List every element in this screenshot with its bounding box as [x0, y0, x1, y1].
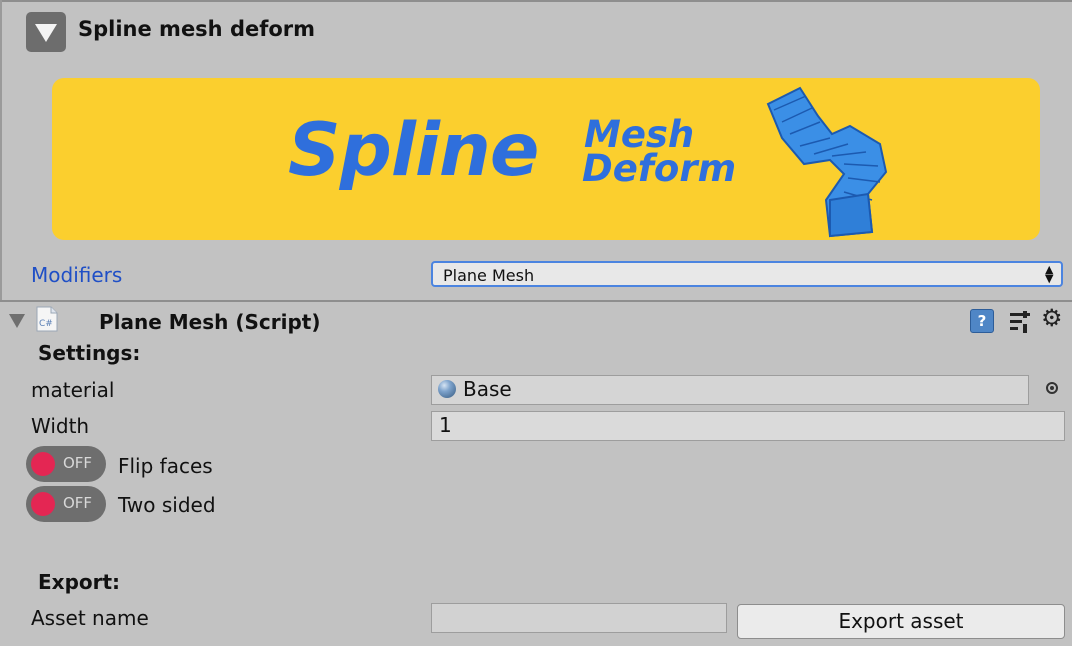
- width-field[interactable]: 1: [431, 411, 1065, 441]
- cs-script-icon: C#: [36, 306, 58, 332]
- export-heading: Export:: [38, 570, 121, 594]
- logo-banner: Spline Mesh Deform: [52, 78, 1040, 240]
- two-sided-toggle[interactable]: OFF: [26, 486, 106, 522]
- collapse-button[interactable]: [26, 12, 66, 52]
- updown-arrows-icon: ▲ ▼: [1045, 263, 1054, 285]
- section-divider: [0, 300, 1072, 302]
- toggle-knob: [31, 452, 55, 476]
- modifiers-selected: Plane Mesh: [443, 266, 535, 285]
- flip-faces-state: OFF: [63, 454, 93, 472]
- settings-heading: Settings:: [38, 341, 141, 365]
- logo-word-spline: Spline: [288, 108, 539, 193]
- toggle-knob: [31, 492, 55, 516]
- export-asset-button[interactable]: Export asset: [737, 604, 1065, 639]
- material-label: material: [31, 378, 115, 402]
- component-title: Plane Mesh (Script): [99, 310, 321, 334]
- flip-faces-label: Flip faces: [118, 454, 213, 478]
- cs-icon-label: C#: [39, 319, 53, 329]
- asset-name-input[interactable]: [431, 603, 727, 633]
- help-book-icon[interactable]: ?: [970, 309, 994, 333]
- triangle-down-icon: [35, 24, 57, 42]
- asset-name-label: Asset name: [31, 606, 149, 630]
- preset-sliders-icon[interactable]: [1008, 309, 1032, 333]
- object-picker-icon[interactable]: [1046, 382, 1058, 394]
- material-object-field[interactable]: Base: [431, 375, 1029, 405]
- flip-faces-toggle[interactable]: OFF: [26, 446, 106, 482]
- width-value: 1: [439, 413, 452, 437]
- modifiers-dropdown[interactable]: Plane Mesh ▲ ▼: [431, 261, 1063, 287]
- width-label: Width: [31, 414, 90, 438]
- material-value: Base: [463, 377, 512, 401]
- two-sided-state: OFF: [63, 494, 93, 512]
- two-sided-label: Two sided: [118, 493, 216, 517]
- modifiers-label: Modifiers: [31, 263, 123, 287]
- material-sphere-icon: [438, 380, 456, 398]
- foldout-arrow-icon[interactable]: [9, 314, 25, 328]
- panel-title: Spline mesh deform: [78, 17, 316, 41]
- top-border: [0, 0, 1072, 2]
- twisted-mesh-logo-icon: [766, 86, 888, 238]
- side-border: [0, 0, 2, 300]
- gear-icon[interactable]: ⚙: [1041, 306, 1063, 330]
- logo-word-deform: Deform: [582, 147, 737, 190]
